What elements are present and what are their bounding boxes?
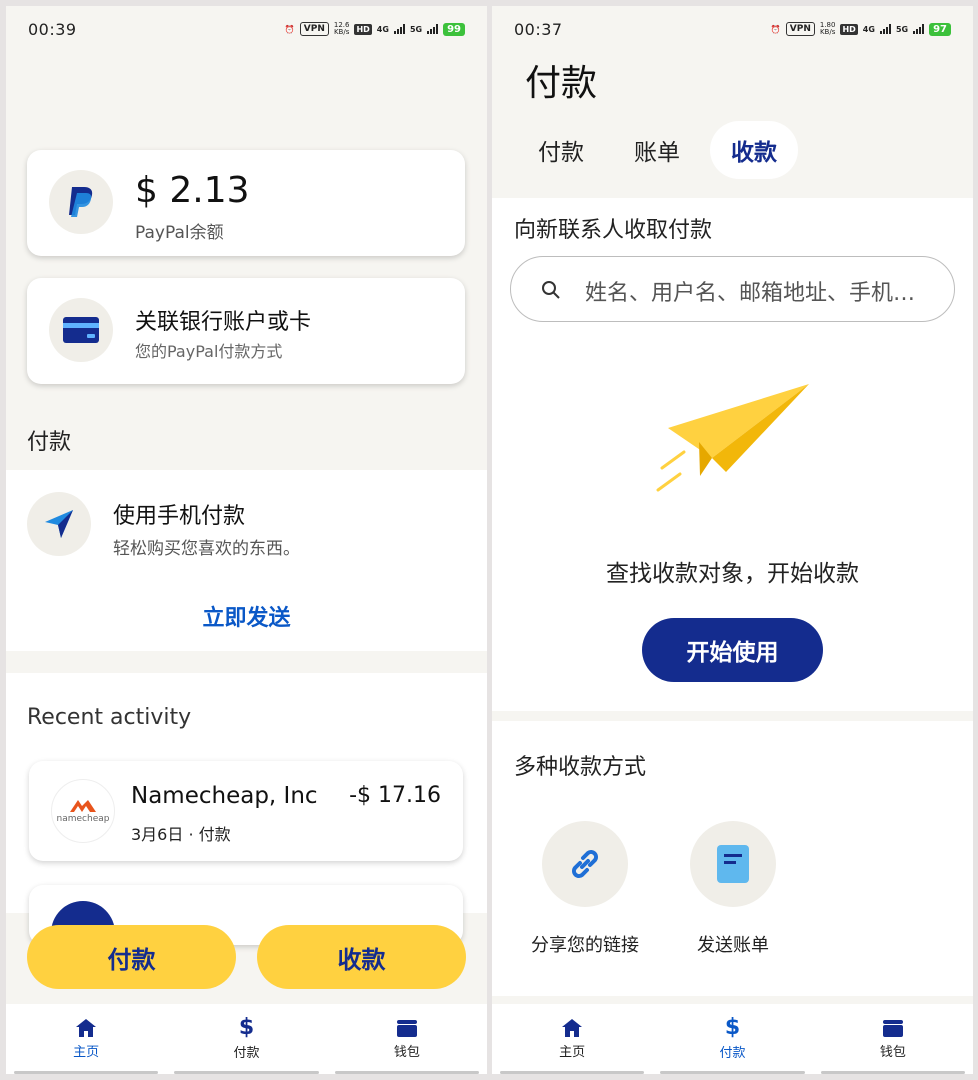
- home-icon: [76, 1019, 97, 1037]
- send-invoice-label: 发送账单: [697, 935, 769, 956]
- wallet-icon: [396, 1020, 417, 1037]
- network-type-2: 5G: [895, 24, 909, 34]
- dollar-icon: $: [724, 1015, 741, 1040]
- nav-home[interactable]: 主页: [492, 1004, 652, 1074]
- network-speed: 12.6 KB/s: [334, 22, 350, 36]
- pay-screen: 00:37 ⏰ VPN 1.80 KB/s HD 4G 5G 97 付款 付款 账…: [492, 6, 973, 1074]
- speed-unit: KB/s: [819, 28, 836, 36]
- nav-pay-label: 付款: [233, 1046, 260, 1061]
- status-icons: ⏰ VPN 1.80 KB/s HD 4G 5G 97: [771, 22, 951, 36]
- activity-item[interactable]: namecheap Namecheap, Inc 3月6日 · 付款 -$ 17…: [29, 761, 463, 861]
- hd-badge: HD: [840, 23, 858, 35]
- methods-heading: 多种收款方式: [514, 755, 647, 780]
- receive-button[interactable]: 收款: [257, 925, 466, 989]
- recent-activity-section: Recent activity namecheap Namecheap, Inc…: [6, 673, 487, 965]
- nav-wallet-label: 钱包: [879, 1045, 906, 1060]
- network-type-1: 4G: [376, 24, 389, 34]
- link-icon: [542, 821, 628, 907]
- pay-section-heading: 付款: [27, 430, 72, 455]
- wallet-icon: [882, 1020, 903, 1037]
- receive-methods-section: 多种收款方式 分享您的链接 发送账单: [492, 721, 973, 996]
- network-type-1: 4G: [862, 24, 875, 34]
- status-bar: 00:37 ⏰ VPN 1.80 KB/s HD 4G 5G 97: [492, 6, 973, 52]
- pay-with-phone-subtitle: 轻松购买您喜欢的东西。: [113, 539, 300, 559]
- send-invoice-option[interactable]: 发送账单: [668, 821, 798, 957]
- search-input[interactable]: 姓名、用户名、邮箱地址、手机…: [510, 256, 955, 322]
- speed-unit: KB/s: [333, 28, 350, 36]
- signal-icon: [913, 24, 925, 34]
- namecheap-logo-text: namecheap: [56, 814, 110, 824]
- page-title: 付款: [525, 63, 598, 104]
- battery-level: 99: [443, 22, 465, 36]
- hd-badge: HD: [354, 23, 372, 35]
- tab-pay[interactable]: 付款: [522, 121, 600, 179]
- bottom-nav: 主页 $ 付款 钱包: [492, 1004, 973, 1074]
- home-screen: 00:39 ⏰ VPN 12.6 KB/s HD 4G 5G 99 $ 2.13 …: [6, 6, 487, 1074]
- nav-indicator: [334, 1071, 479, 1074]
- battery-level: 97: [929, 22, 951, 36]
- invoice-icon: [690, 821, 776, 907]
- pay-with-phone-section: 使用手机付款 轻松购买您喜欢的东西。 立即发送: [6, 470, 487, 651]
- status-time: 00:39: [28, 19, 77, 39]
- balance-label: PayPal余额: [135, 223, 224, 243]
- paper-plane-icon: [656, 384, 809, 492]
- nav-home-label: 主页: [73, 1045, 100, 1060]
- bottom-nav: 主页 $ 付款 钱包: [6, 1004, 487, 1074]
- network-type-2: 5G: [409, 24, 423, 34]
- tab-receive[interactable]: 收款: [710, 121, 798, 179]
- empty-state-text: 查找收款对象，开始收款: [606, 561, 859, 587]
- nav-indicator: [820, 1071, 965, 1074]
- network-speed: 1.80 KB/s: [820, 22, 836, 36]
- vpn-badge: VPN: [785, 22, 815, 36]
- nav-indicator: [14, 1071, 159, 1074]
- status-time: 00:37: [514, 19, 563, 39]
- alarm-icon: ⏰: [770, 24, 781, 34]
- nav-pay[interactable]: $ 付款: [166, 1004, 326, 1074]
- search-icon: [542, 281, 560, 299]
- status-bar: 00:39 ⏰ VPN 12.6 KB/s HD 4G 5G 99: [6, 6, 487, 52]
- namecheap-logo-icon: namecheap: [51, 779, 115, 843]
- share-link-label: 分享您的链接: [531, 935, 639, 956]
- nav-pay-label: 付款: [719, 1046, 746, 1061]
- start-button[interactable]: 开始使用: [642, 618, 823, 682]
- nav-indicator: [174, 1071, 319, 1074]
- nav-wallet[interactable]: 钱包: [813, 1004, 973, 1074]
- send-arrow-icon: [27, 492, 91, 556]
- home-icon: [562, 1019, 583, 1037]
- share-link-option[interactable]: 分享您的链接: [520, 821, 650, 957]
- card-icon: [49, 298, 113, 362]
- nav-indicator: [660, 1071, 805, 1074]
- signal-icon: [879, 24, 891, 34]
- alarm-icon: ⏰: [284, 24, 295, 34]
- signal-icon: [393, 24, 405, 34]
- search-placeholder: 姓名、用户名、邮箱地址、手机…: [585, 281, 916, 306]
- nav-wallet[interactable]: 钱包: [327, 1004, 487, 1074]
- nav-indicator: [500, 1071, 645, 1074]
- vpn-badge: VPN: [299, 22, 329, 36]
- link-bank-card[interactable]: 关联银行账户或卡 您的PayPal付款方式: [27, 278, 465, 384]
- request-heading: 向新联系人收取付款: [514, 218, 713, 243]
- pay-button[interactable]: 付款: [27, 925, 236, 989]
- recent-activity-heading: Recent activity: [27, 705, 192, 730]
- tab-bills[interactable]: 账单: [618, 121, 696, 179]
- send-now-link[interactable]: 立即发送: [6, 600, 487, 632]
- link-bank-subtitle: 您的PayPal付款方式: [135, 342, 283, 361]
- nav-home[interactable]: 主页: [6, 1004, 166, 1074]
- nav-wallet-label: 钱包: [393, 1045, 420, 1060]
- activity-meta: 3月6日 · 付款: [131, 825, 231, 844]
- link-bank-title: 关联银行账户或卡: [135, 310, 312, 335]
- status-icons: ⏰ VPN 12.6 KB/s HD 4G 5G 99: [285, 22, 465, 36]
- nav-pay[interactable]: $ 付款: [652, 1004, 812, 1074]
- activity-amount: -$ 17.16: [349, 783, 441, 808]
- request-payment-section: 向新联系人收取付款 姓名、用户名、邮箱地址、手机… 查找收款对象，开始收款 开始…: [492, 198, 973, 711]
- paypal-logo-icon: [49, 170, 113, 234]
- dollar-icon: $: [238, 1015, 255, 1040]
- pay-with-phone-title: 使用手机付款: [113, 504, 246, 529]
- balance-amount: $ 2.13: [135, 170, 250, 211]
- signal-icon: [427, 24, 439, 34]
- activity-merchant: Namecheap, Inc: [131, 783, 318, 809]
- nav-home-label: 主页: [559, 1045, 586, 1060]
- balance-card[interactable]: $ 2.13 PayPal余额: [27, 150, 465, 256]
- tab-bar: 付款 账单 收款: [492, 121, 973, 181]
